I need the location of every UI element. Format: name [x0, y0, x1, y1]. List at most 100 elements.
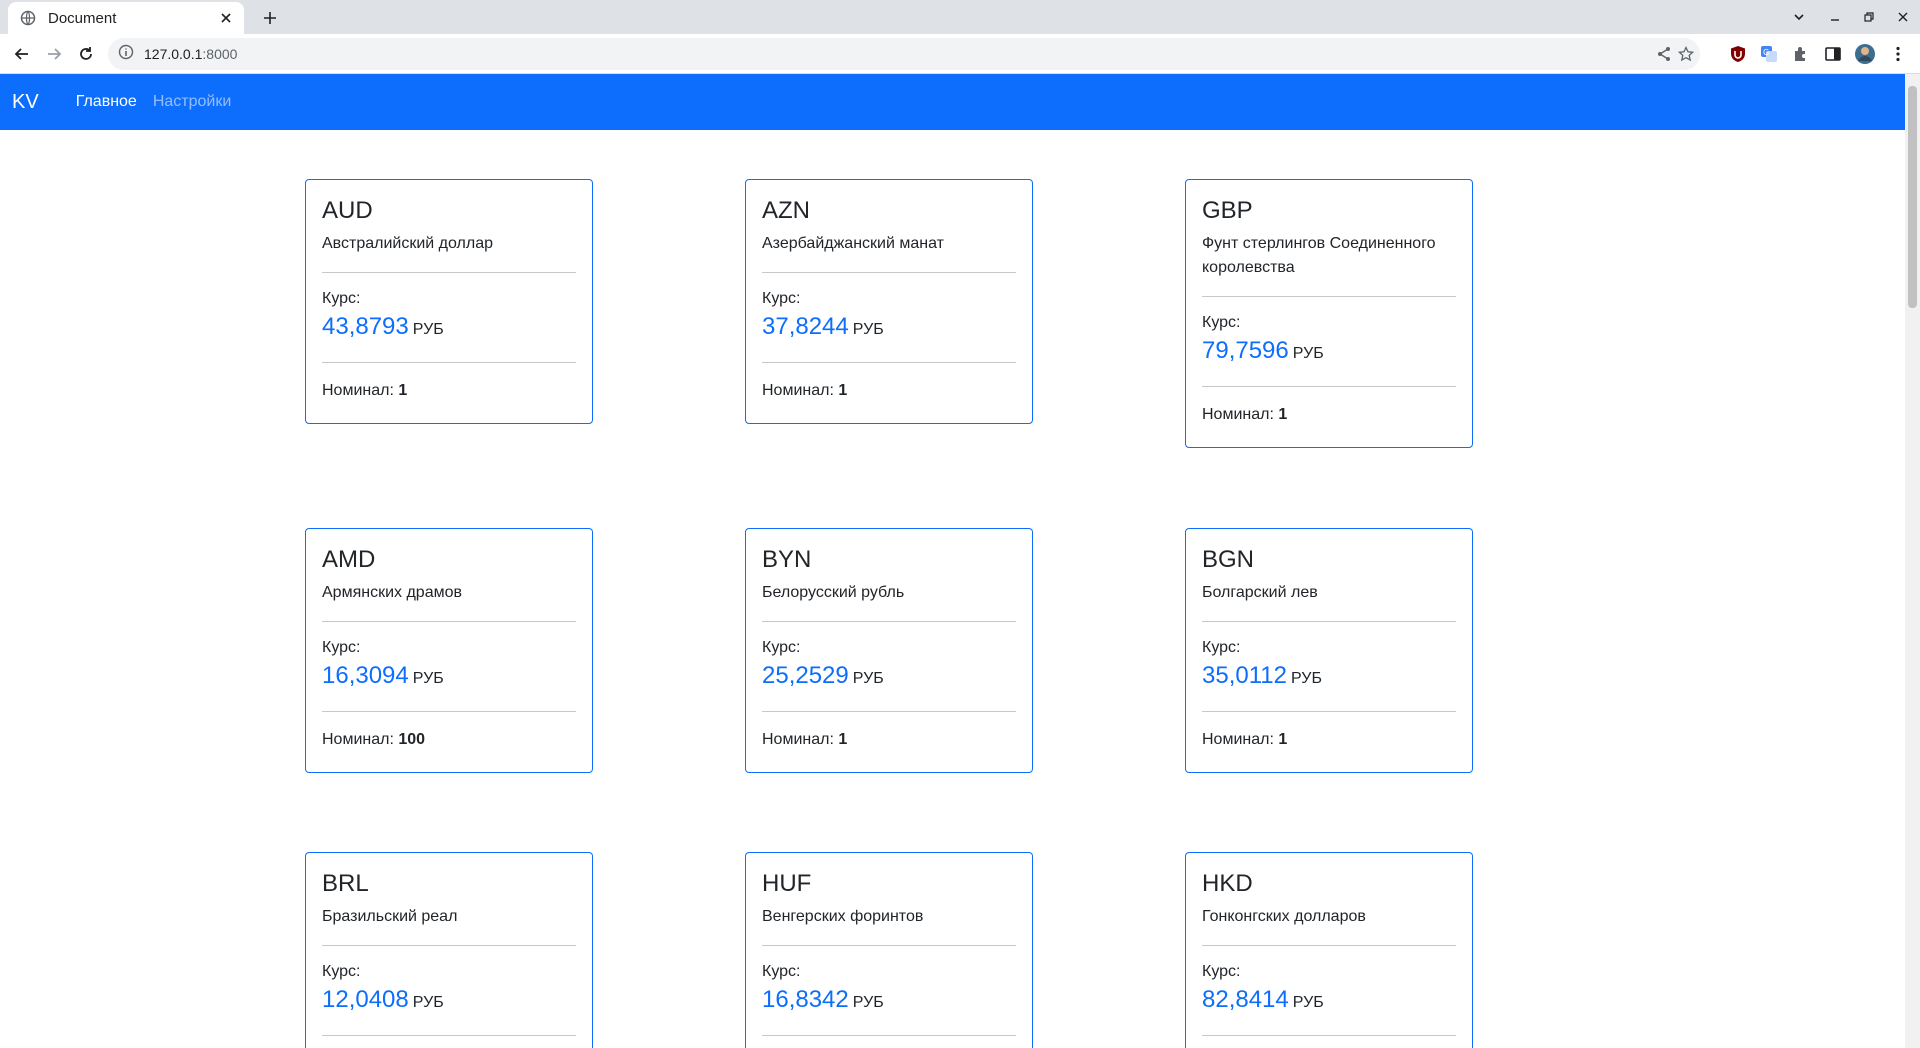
rate-label: Курс:: [322, 963, 361, 980]
card-divider: [1202, 1035, 1456, 1036]
rate-value: 37,8244: [762, 313, 849, 340]
currency-card: BGN Болгарский лев Курс: 35,0112 РУБ Номи…: [1185, 528, 1473, 773]
close-icon[interactable]: [218, 10, 234, 26]
rate-label: Курс:: [762, 290, 801, 307]
browser-tabstrip: Document: [0, 0, 1920, 34]
reload-button[interactable]: [72, 40, 100, 68]
nominal-row: Номинал: 1: [322, 379, 576, 403]
new-tab-button[interactable]: [258, 6, 282, 30]
browser-tab[interactable]: Document: [8, 2, 244, 34]
nominal-value: 1: [838, 382, 848, 399]
currency-card: BRL Бразильский реал Курс: 12,0408РУБ Но…: [305, 852, 593, 1048]
info-icon[interactable]: [118, 44, 134, 64]
nominal-label: Номинал:: [762, 382, 834, 399]
side-panel-icon[interactable]: [1821, 42, 1845, 66]
scrollbar-thumb[interactable]: [1908, 86, 1917, 308]
rate-label: Курс:: [762, 639, 801, 656]
rate-unit: РУБ: [412, 670, 444, 687]
currency-name: Бразильский реал: [322, 908, 458, 925]
card-divider: [1202, 711, 1456, 712]
card-divider: [1202, 386, 1456, 387]
rate-unit: РУБ: [1292, 994, 1324, 1011]
nominal-value: 1: [1278, 406, 1288, 423]
currency-name: Болгарский лев: [1202, 584, 1318, 601]
rate-unit: РУБ: [412, 994, 444, 1011]
card-divider: [1202, 945, 1456, 946]
rate-row: 43,8793 РУБ: [322, 311, 576, 346]
window-close-button[interactable]: [1890, 4, 1916, 30]
puzzle-extensions-icon[interactable]: [1789, 42, 1813, 66]
minimize-button[interactable]: [1822, 4, 1848, 30]
share-icon[interactable]: [1654, 44, 1674, 64]
nominal-label: Номинал:: [322, 731, 394, 748]
rate-unit: РУБ: [412, 321, 444, 338]
globe-icon: [20, 10, 36, 26]
nominal-value: 1: [398, 382, 408, 399]
rate-label: Курс:: [322, 639, 361, 656]
rate-value: 43,8793: [322, 313, 409, 340]
card-divider: [1202, 296, 1456, 297]
kebab-menu-icon[interactable]: [1886, 42, 1910, 66]
svg-text:G: G: [1763, 48, 1769, 57]
back-button[interactable]: [8, 40, 36, 68]
address-bar[interactable]: 127.0.0.1:8000: [108, 38, 1700, 70]
rate-label: Курс:: [1202, 314, 1241, 331]
nominal-label: Номинал:: [1202, 731, 1274, 748]
card-divider: [322, 621, 576, 622]
rate-label: Курс:: [1202, 963, 1241, 980]
rate-value: 16,3094: [322, 662, 409, 689]
currency-name: Армянских драмов: [322, 584, 462, 601]
nav-link-main[interactable]: Главное: [76, 93, 137, 111]
tab-title: Document: [48, 9, 117, 27]
card-divider: [762, 272, 1016, 273]
card-divider: [762, 711, 1016, 712]
rate-value: 12,0408: [322, 986, 409, 1013]
nominal-row: Номинал: 1: [1202, 403, 1456, 427]
rate-label: Курс:: [322, 290, 361, 307]
rate-row: 35,0112 РУБ: [1202, 660, 1456, 695]
nominal-value: 100: [398, 731, 426, 748]
currency-code: AZN: [762, 197, 810, 224]
currency-code: BGN: [1202, 546, 1255, 573]
currency-name: Австралийский доллар: [322, 235, 493, 252]
url-host: 127.0.0.1: [144, 46, 203, 62]
currency-name: Венгерских форинтов: [762, 908, 924, 925]
forward-button[interactable]: [40, 40, 68, 68]
currency-name: Азербайджанский манат: [762, 235, 944, 252]
page-scrollbar[interactable]: [1905, 74, 1920, 1048]
rate-unit: РУБ: [852, 670, 884, 687]
navbar-brand[interactable]: KV: [12, 91, 39, 114]
rate-row: 25,2529 РУБ: [762, 660, 1016, 695]
currency-card: HKD Гонконгских долларов Курс: 82,8414 РУ…: [1185, 852, 1473, 1048]
rate-row: 16,8342 РУБ: [762, 984, 1016, 1019]
nominal-label: Номинал:: [762, 731, 834, 748]
rate-value: 35,0112: [1202, 662, 1287, 689]
currency-code: BYN: [762, 546, 812, 573]
rate-row: 12,0408 РУБ: [322, 984, 576, 1019]
profile-avatar[interactable]: [1853, 42, 1877, 66]
nav-link-settings[interactable]: Настройки: [153, 93, 231, 111]
ublock-extension-icon[interactable]: [1726, 42, 1750, 66]
card-divider: [1202, 621, 1456, 622]
currency-code: BRL: [322, 870, 369, 897]
page-viewport: KV Главное Настройки AUD Австралийский д…: [0, 74, 1905, 1048]
chevron-down-icon[interactable]: [1786, 4, 1812, 30]
card-divider: [322, 945, 576, 946]
restore-button[interactable]: [1856, 4, 1882, 30]
rate-row: 82,8414 РУБ: [1202, 984, 1456, 1019]
nominal-value: 1: [1278, 731, 1288, 748]
currency-name: Фунт стерлингов Соединенного королевства: [1202, 235, 1436, 276]
currency-code: GBP: [1202, 197, 1253, 224]
url-text: 127.0.0.1:8000: [144, 46, 237, 62]
card-divider: [762, 1035, 1016, 1036]
rate-value: 25,2529: [762, 662, 849, 689]
rate-value: 82,8414: [1202, 986, 1289, 1013]
browser-toolbar: 127.0.0.1:8000 G: [0, 34, 1920, 74]
currency-name: Белорусский рубль: [762, 584, 905, 601]
currency-card: BYN Белорусский рубль Курс: 25,2529 РУБ Н…: [745, 528, 1033, 773]
bookmark-star-icon[interactable]: [1676, 44, 1696, 64]
translate-extension-icon[interactable]: G: [1757, 42, 1781, 66]
currency-code: AMD: [322, 546, 376, 573]
currency-card: AUD Австралийский доллар Курс: 43,8793 РУ…: [305, 179, 593, 424]
nominal-row: Номинал: 1: [762, 379, 1016, 403]
